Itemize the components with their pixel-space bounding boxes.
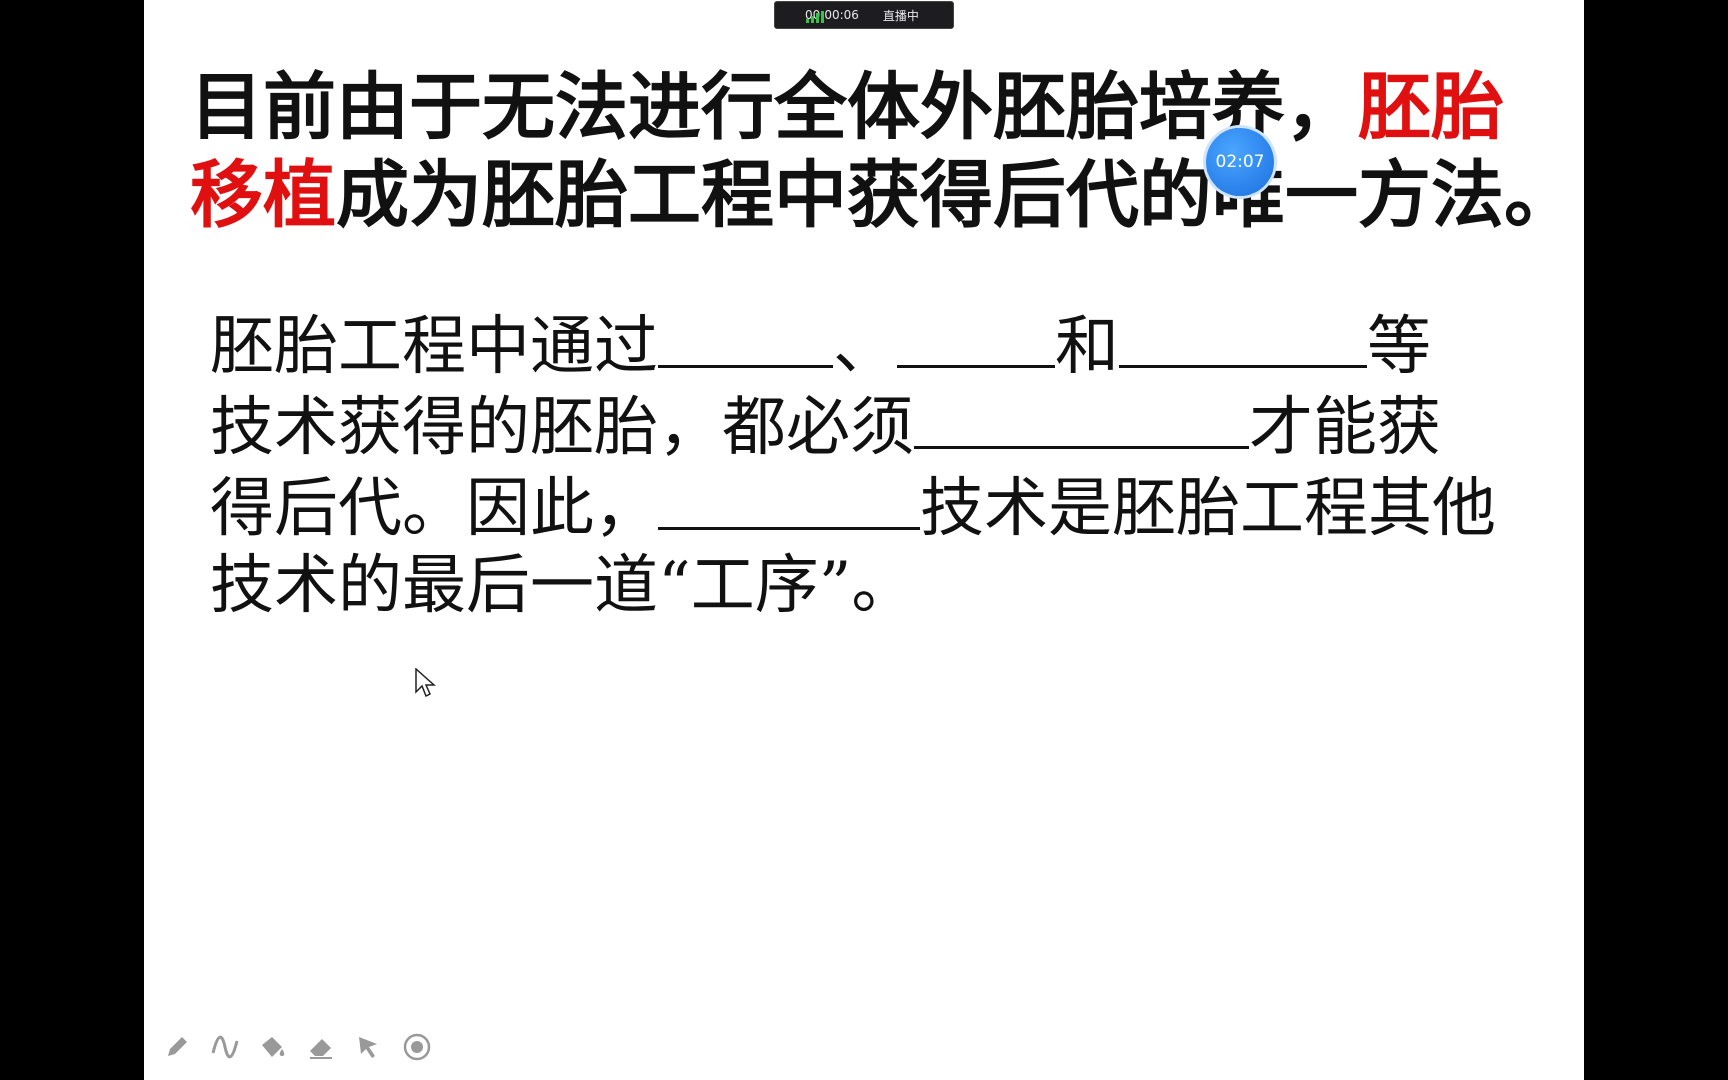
title-highlight-2: 移植 [190,153,336,238]
question-line-2: 技术获得的胚胎，都必须 才能获 [210,386,1540,467]
fill-in-question: 胚胎工程中通过 、 和 等 技术获得的胚胎，都必须 才能获 得后代。因此， 技术是胚胎工程… [210,305,1540,625]
question-text: 得后代。因此， [210,472,658,546]
live-status-bar: 00:00:06 直播中 [774,1,954,29]
slide-title: 目前由于无法进行全体外胚胎培养，胚胎 移植成为胚胎工程中获得后代的唯一方法。 [190,64,1577,240]
mouse-cursor-icon [415,667,437,702]
answer-blank-1 [658,305,833,368]
pointer-icon[interactable] [352,1030,386,1064]
pencil-icon[interactable] [160,1030,194,1064]
question-text: 、 [833,310,897,384]
fill-icon[interactable] [256,1030,290,1064]
question-text: 技术的最后一道“工序”。 [210,549,916,623]
title-text-2: 成为胚胎工程中获得后代的唯一方法。 [336,153,1577,238]
answer-blank-3 [1119,305,1367,368]
title-line-1: 目前由于无法进行全体外胚胎培养，胚胎 [190,64,1550,152]
live-state-label: 直播中 [882,8,919,23]
eraser-icon[interactable] [304,1030,338,1064]
question-text: 技术是胚胎工程其他 [920,472,1496,546]
title-text-1: 目前由于无法进行全体外胚胎培养， [190,65,1358,150]
timer-label: 02:07 [1215,152,1265,172]
question-line-3: 得后代。因此， 技术是胚胎工程其他 [210,467,1540,548]
answer-blank-5 [658,467,920,530]
question-text: 才能获 [1249,391,1441,465]
annotation-toolbar [160,1030,434,1064]
question-text: 胚胎工程中通过 [210,310,658,384]
signal-icon [806,11,824,23]
answer-blank-2 [897,305,1055,368]
title-highlight-1: 胚胎 [1358,65,1504,150]
answer-blank-4 [914,386,1249,449]
countdown-timer[interactable]: 02:07 [1206,128,1274,196]
question-text: 技术获得的胚胎，都必须 [210,391,914,465]
question-text: 和 [1055,310,1119,384]
question-text: 等 [1367,310,1431,384]
question-line-1: 胚胎工程中通过 、 和 等 [210,305,1540,386]
curve-icon[interactable] [208,1030,242,1064]
title-line-2: 移植成为胚胎工程中获得后代的唯一方法。 [190,152,1577,240]
question-line-4: 技术的最后一道“工序”。 [210,548,1540,625]
record-icon[interactable] [400,1030,434,1064]
